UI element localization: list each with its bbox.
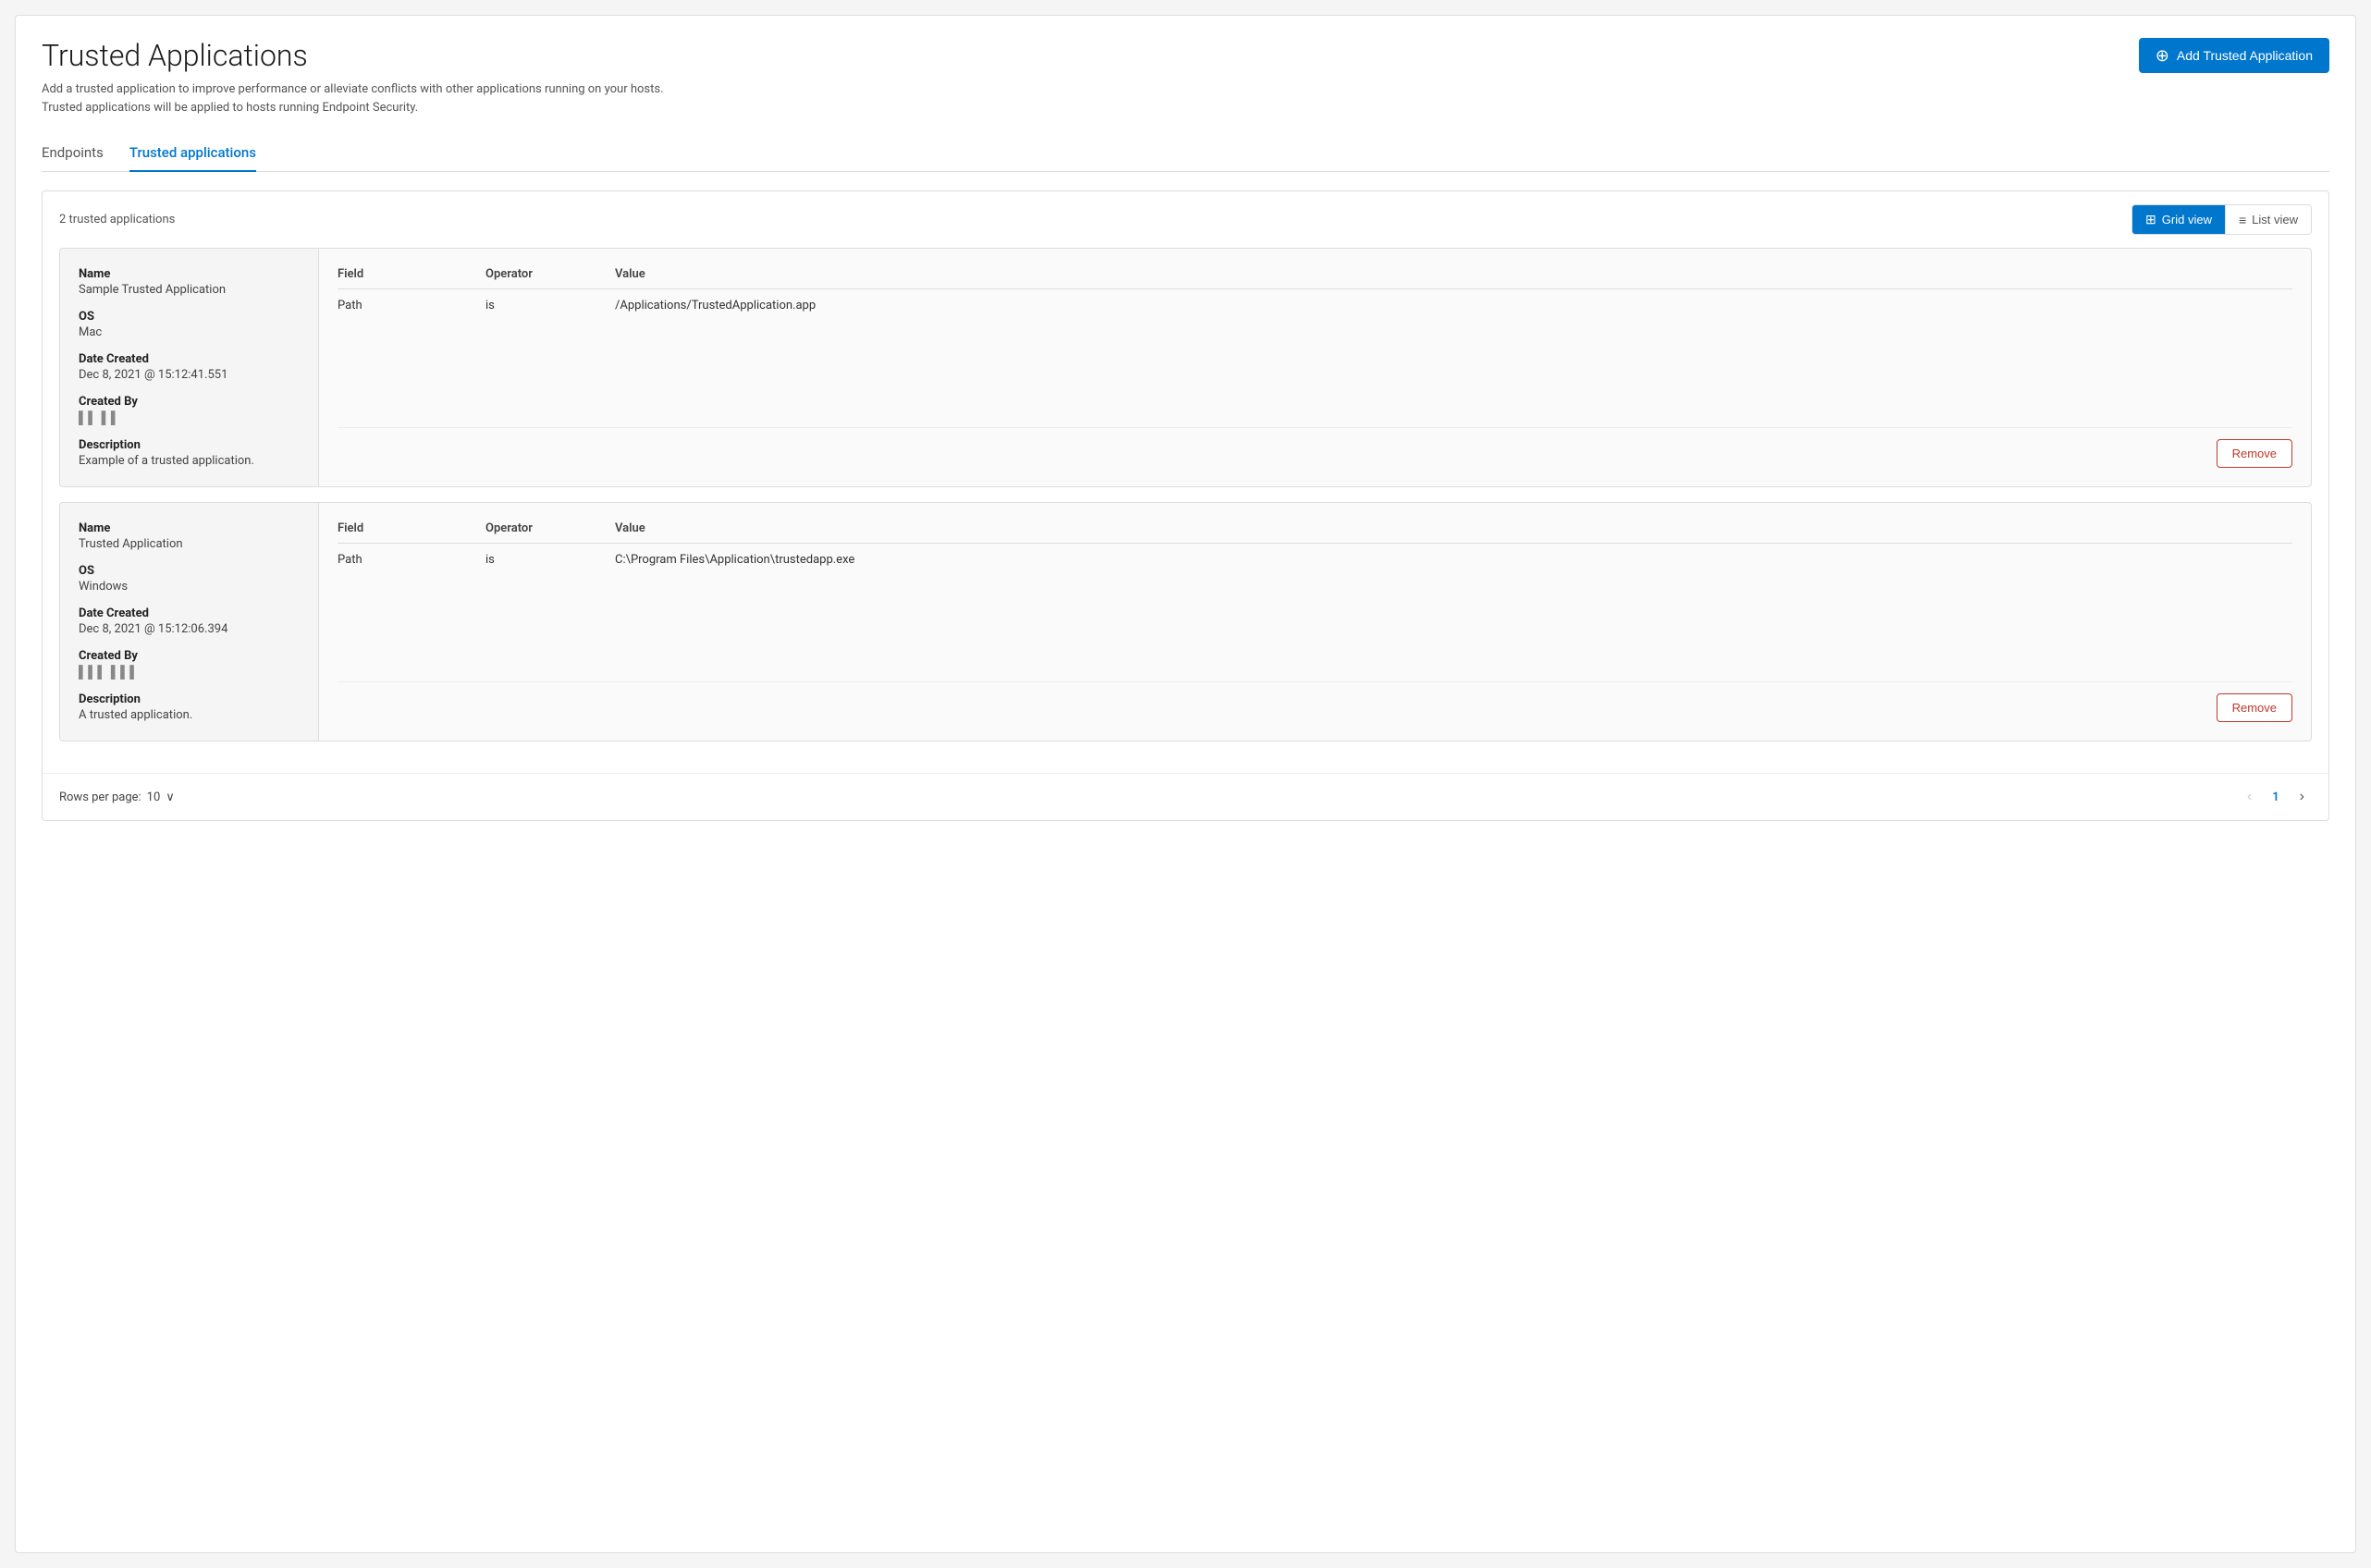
add-button-label: Add Trusted Application: [2177, 48, 2313, 63]
createdby-label-2: Created By: [79, 649, 300, 663]
rows-per-page[interactable]: Rows per page: 10 ∨: [59, 790, 175, 804]
name-value-1: Sample Trusted Application: [79, 283, 300, 297]
page-wrapper: Trusted Applications Add a trusted appli…: [15, 15, 2356, 1553]
add-trusted-application-button[interactable]: ⊕ Add Trusted Application: [2139, 38, 2329, 73]
name-label-2: Name: [79, 521, 300, 535]
condition-row-1: Path is /Applications/TrustedApplication…: [338, 289, 2292, 428]
content-area: 2 trusted applications ⊞ Grid view ≡ Lis…: [42, 190, 2329, 821]
condition-field-1: Path: [338, 289, 485, 428]
grid-view-label: Grid view: [2162, 213, 2212, 227]
desc-label-2: Description: [79, 692, 300, 706]
meta-os-row-2: OS Windows: [79, 564, 300, 594]
tab-trusted-applications[interactable]: Trusted applications: [129, 135, 256, 172]
desc-value-2: A trusted application.: [79, 708, 300, 722]
tab-endpoints[interactable]: Endpoints: [42, 135, 104, 172]
operator-col-header-1: Operator: [485, 267, 615, 289]
value-col-header-1: Value: [615, 267, 2292, 289]
app-details-2: Field Operator Value Path is C:\Program …: [319, 503, 2311, 741]
name-label-1: Name: [79, 267, 300, 281]
createdby-label-1: Created By: [79, 395, 300, 409]
date-label-2: Date Created: [79, 606, 300, 620]
pagination-controls: ‹ 1 ›: [2240, 785, 2312, 809]
grid-view-button[interactable]: ⊞ Grid view: [2132, 205, 2225, 234]
desc-value-1: Example of a trusted application.: [79, 454, 300, 468]
page-header: Trusted Applications Add a trusted appli…: [42, 38, 2329, 116]
app-meta-1: Name Sample Trusted Application OS Mac D…: [60, 249, 319, 486]
condition-value-1: /Applications/TrustedApplication.app: [615, 289, 2292, 428]
meta-name-row-1: Name Sample Trusted Application: [79, 267, 300, 297]
meta-os-row-1: OS Mac: [79, 310, 300, 339]
rows-per-page-label: Rows per page:: [59, 790, 141, 804]
chevron-down-icon: ∨: [166, 790, 175, 804]
app-count: 2 trusted applications: [59, 213, 175, 227]
os-label-2: OS: [79, 564, 300, 578]
prev-page-button[interactable]: ‹: [2240, 785, 2259, 809]
date-value-2: Dec 8, 2021 @ 15:12:06.394: [79, 622, 300, 636]
next-page-button[interactable]: ›: [2292, 785, 2312, 809]
add-icon: ⊕: [2156, 47, 2169, 64]
content-toolbar: 2 trusted applications ⊞ Grid view ≡ Lis…: [43, 191, 2328, 248]
meta-date-row-1: Date Created Dec 8, 2021 @ 15:12:41.551: [79, 352, 300, 382]
meta-createdby-row-1: Created By ▌▌ ▌▌: [79, 395, 300, 425]
pagination-bar: Rows per page: 10 ∨ ‹ 1 ›: [43, 773, 2328, 820]
page-description: Add a trusted application to improve per…: [42, 80, 670, 116]
operator-col-header-2: Operator: [485, 521, 615, 544]
field-col-header-2: Field: [338, 521, 485, 544]
condition-field-2: Path: [338, 544, 485, 682]
meta-desc-row-1: Description Example of a trusted applica…: [79, 438, 300, 468]
field-col-header-1: Field: [338, 267, 485, 289]
list-view-button[interactable]: ≡ List view: [2225, 205, 2311, 234]
list-icon: ≡: [2239, 213, 2246, 227]
app-details-1: Field Operator Value Path is /Applicatio…: [319, 249, 2311, 486]
name-value-2: Trusted Application: [79, 537, 300, 551]
apps-list: Name Sample Trusted Application OS Mac D…: [43, 248, 2328, 773]
meta-createdby-row-2: Created By ▌▌▌ ▌▌▌: [79, 649, 300, 680]
meta-date-row-2: Date Created Dec 8, 2021 @ 15:12:06.394: [79, 606, 300, 636]
conditions-table-2: Field Operator Value Path is C:\Program …: [338, 521, 2292, 682]
date-value-1: Dec 8, 2021 @ 15:12:41.551: [79, 368, 300, 382]
condition-value-2: C:\Program Files\Application\trustedapp.…: [615, 544, 2292, 682]
grid-icon: ⊞: [2145, 212, 2156, 227]
os-value-2: Windows: [79, 580, 300, 594]
meta-desc-row-2: Description A trusted application.: [79, 692, 300, 722]
os-value-1: Mac: [79, 325, 300, 339]
app-card-1: Name Sample Trusted Application OS Mac D…: [59, 248, 2312, 487]
remove-button-2[interactable]: Remove: [2217, 693, 2292, 722]
list-view-label: List view: [2252, 213, 2298, 227]
condition-operator-2: is: [485, 544, 615, 682]
view-toggle: ⊞ Grid view ≡ List view: [2131, 204, 2312, 235]
createdby-value-2: ▌▌▌ ▌▌▌: [79, 665, 300, 680]
createdby-value-1: ▌▌ ▌▌: [79, 410, 300, 425]
app-card-footer-2: Remove: [338, 693, 2292, 722]
app-card-footer-1: Remove: [338, 439, 2292, 468]
tabs-bar: Endpoints Trusted applications: [42, 135, 2329, 172]
condition-row-2: Path is C:\Program Files\Application\tru…: [338, 544, 2292, 682]
rows-per-page-value: 10: [147, 790, 161, 804]
app-meta-2: Name Trusted Application OS Windows Date…: [60, 503, 319, 741]
current-page: 1: [2265, 787, 2286, 808]
date-label-1: Date Created: [79, 352, 300, 366]
meta-name-row-2: Name Trusted Application: [79, 521, 300, 551]
app-card-2: Name Trusted Application OS Windows Date…: [59, 502, 2312, 741]
condition-operator-1: is: [485, 289, 615, 428]
os-label-1: OS: [79, 310, 300, 324]
value-col-header-2: Value: [615, 521, 2292, 544]
remove-button-1[interactable]: Remove: [2217, 439, 2292, 468]
conditions-table-1: Field Operator Value Path is /Applicatio…: [338, 267, 2292, 428]
page-title: Trusted Applications: [42, 38, 2139, 73]
desc-label-1: Description: [79, 438, 300, 452]
page-title-section: Trusted Applications Add a trusted appli…: [42, 38, 2139, 116]
